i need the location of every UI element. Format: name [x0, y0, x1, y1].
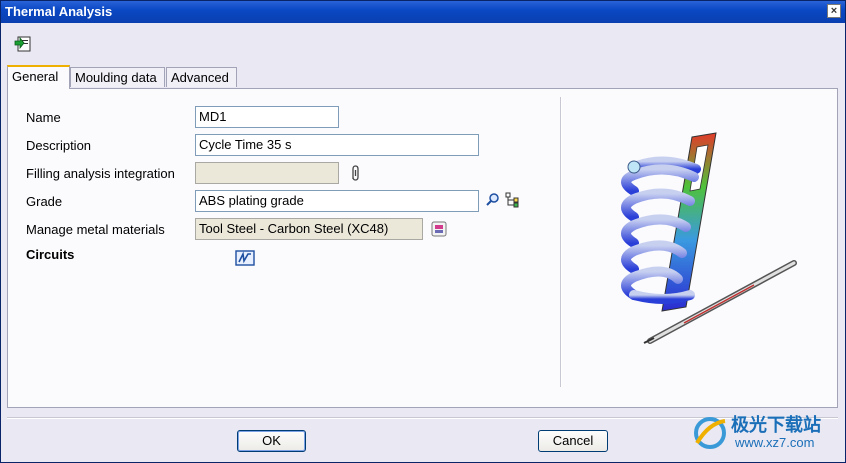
ok-button[interactable]: OK	[237, 430, 306, 452]
tab-general[interactable]: General	[7, 65, 70, 89]
window-title: Thermal Analysis	[5, 4, 113, 19]
tab-moulding-data[interactable]: Moulding data	[70, 67, 165, 87]
material-library-icon[interactable]	[430, 220, 448, 238]
form-area: Name MD1 Description Cycle Time 35 s Fil…	[12, 93, 556, 387]
vertical-divider	[560, 97, 562, 387]
tree-structure-icon[interactable]	[504, 191, 522, 209]
watermark-logo-icon	[694, 417, 726, 449]
grade-label: Grade	[26, 194, 63, 209]
circuits-label: Circuits	[26, 247, 75, 262]
description-label: Description	[26, 138, 92, 153]
thermal-mold-illustration	[621, 132, 797, 344]
filling-analysis-label: Filling analysis integration	[26, 166, 175, 181]
manage-metal-materials-label: Manage metal materials	[26, 222, 165, 237]
metal-material-field: Tool Steel - Carbon Steel (XC48)	[195, 218, 423, 240]
description-field[interactable]: Cycle Time 35 s	[195, 134, 479, 156]
watermark: 极光下载站 www.xz7.com	[689, 411, 839, 459]
watermark-url: www.xz7.com	[735, 435, 815, 450]
thermal-analysis-dialog: Thermal Analysis × General Moulding data…	[0, 0, 846, 463]
general-panel: Name MD1 Description Cycle Time 35 s Fil…	[7, 88, 838, 408]
name-field[interactable]: MD1	[195, 106, 339, 128]
name-label: Name	[26, 110, 61, 125]
watermark-title: 极光下载站	[731, 415, 821, 435]
filling-analysis-field	[195, 162, 339, 184]
save-document-icon[interactable]	[14, 35, 32, 53]
paperclip-icon[interactable]	[346, 164, 364, 182]
search-icon[interactable]	[484, 191, 502, 209]
close-button[interactable]: ×	[827, 4, 841, 18]
cancel-button[interactable]: Cancel	[538, 430, 608, 452]
grade-field[interactable]: ABS plating grade	[195, 190, 479, 212]
title-bar: Thermal Analysis ×	[1, 1, 845, 23]
circuit-editor-icon[interactable]	[235, 249, 255, 267]
tab-advanced[interactable]: Advanced	[166, 67, 237, 87]
